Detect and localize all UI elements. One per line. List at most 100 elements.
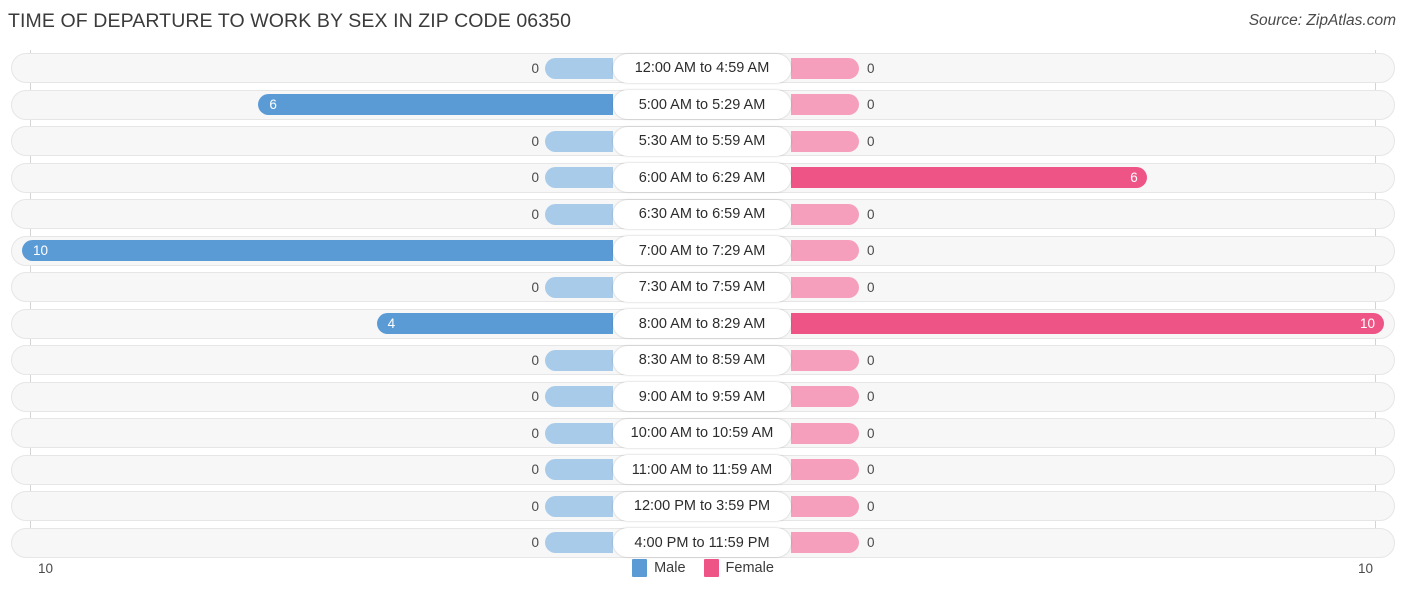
- category-label: 10:00 AM to 10:59 AM: [630, 425, 774, 441]
- legend-item[interactable]: Female: [703, 559, 774, 577]
- chart-legend: Male Female: [0, 559, 1406, 577]
- bar-male[interactable]: [545, 459, 613, 480]
- bar-female[interactable]: [791, 495, 859, 517]
- category-label-pill: 11:00 AM to 11:59 AM: [613, 455, 791, 484]
- bar-value-female: 0: [867, 389, 875, 404]
- bar-female[interactable]: [791, 130, 859, 152]
- chart-footer: 10 10 Male Female: [0, 556, 1406, 595]
- bar-value-male: 0: [531, 352, 539, 368]
- bar-male[interactable]: [545, 386, 613, 407]
- source-attribution: Source: ZipAtlas.com: [1248, 12, 1396, 29]
- bar-male[interactable]: [376, 313, 613, 334]
- bar-female[interactable]: [791, 167, 1147, 188]
- category-label: 7:30 AM to 7:59 AM: [638, 279, 766, 295]
- category-label-pill: 8:00 AM to 8:29 AM: [613, 309, 791, 338]
- category-label: 11:00 AM to 11:59 AM: [631, 461, 773, 478]
- chart-rows: 0 0 12:00 AM to 4:59 AM 6 0 5:00 AM to 5:29 A…: [0, 50, 1406, 561]
- bar-value-female: 0: [867, 352, 875, 368]
- bar-male[interactable]: [545, 495, 613, 517]
- chart-row: 10 0 7:00 AM to 7:29 AM: [0, 233, 1406, 270]
- bar-female[interactable]: [791, 532, 859, 553]
- bar-value-male: 0: [531, 206, 539, 222]
- chart-row: 6 0 5:00 AM to 5:29 AM: [0, 87, 1406, 124]
- bar-male[interactable]: [22, 240, 613, 261]
- bar-value-female: 0: [867, 462, 875, 477]
- chart-page: TIME OF DEPARTURE TO WORK BY SEX IN ZIP …: [0, 0, 1406, 595]
- bar-value-female: 0: [867, 60, 875, 76]
- category-label: 5:00 AM to 5:29 AM: [638, 96, 766, 113]
- category-label-pill: 6:30 AM to 6:59 AM: [613, 199, 791, 229]
- bar-value-male: 6: [269, 97, 277, 112]
- category-label: 7:00 AM to 7:29 AM: [638, 242, 766, 259]
- chart-row: 0 0 10:00 AM to 10:59 AM: [0, 415, 1406, 452]
- bar-female[interactable]: [791, 349, 859, 371]
- bar-value-female: 0: [867, 498, 875, 514]
- bar-male[interactable]: [545, 349, 613, 371]
- category-label-pill: 5:30 AM to 5:59 AM: [613, 126, 791, 156]
- legend-label: Male: [654, 560, 686, 576]
- bar-female[interactable]: [791, 276, 859, 298]
- bar-female[interactable]: [791, 313, 1384, 334]
- bar-female[interactable]: [791, 422, 859, 444]
- chart-row: 0 0 12:00 AM to 4:59 AM: [0, 50, 1406, 87]
- page-title: TIME OF DEPARTURE TO WORK BY SEX IN ZIP …: [8, 10, 572, 32]
- bar-value-female: 0: [867, 206, 875, 222]
- bar-value-female: 6: [1130, 170, 1138, 185]
- chart-row: 4 10 8:00 AM to 8:29 AM: [0, 306, 1406, 343]
- bar-female[interactable]: [791, 203, 859, 225]
- bar-male[interactable]: [545, 532, 613, 553]
- bar-value-female: 0: [867, 279, 875, 295]
- bar-value-male: 0: [531, 170, 539, 185]
- bar-male[interactable]: [545, 422, 613, 444]
- bar-male[interactable]: [545, 167, 613, 188]
- category-label: 4:00 PM to 11:59 PM: [634, 534, 770, 551]
- bar-female[interactable]: [791, 94, 859, 115]
- bar-value-male: 4: [387, 316, 396, 331]
- chart-row: 0 0 8:30 AM to 8:59 AM: [0, 342, 1406, 379]
- category-label: 12:00 PM to 3:59 PM: [633, 498, 771, 514]
- legend-item[interactable]: Male: [632, 559, 686, 577]
- bar-value-male: 0: [531, 535, 539, 550]
- chart-row: 0 0 5:30 AM to 5:59 AM: [0, 123, 1406, 160]
- chart-row: 0 6 6:00 AM to 6:29 AM: [0, 160, 1406, 197]
- category-label: 6:00 AM to 6:29 AM: [638, 169, 766, 186]
- chart-plot-area: 0 0 12:00 AM to 4:59 AM 6 0 5:00 AM to 5:29 A…: [0, 50, 1406, 558]
- bar-value-male: 0: [531, 462, 539, 477]
- chart-header: TIME OF DEPARTURE TO WORK BY SEX IN ZIP …: [0, 0, 1406, 46]
- bar-value-female: 0: [867, 425, 875, 441]
- category-label-pill: 7:30 AM to 7:59 AM: [613, 272, 791, 302]
- category-label-pill: 8:30 AM to 8:59 AM: [613, 345, 791, 375]
- bar-female[interactable]: [791, 459, 859, 480]
- bar-male[interactable]: [545, 57, 613, 79]
- bar-value-female: 0: [867, 243, 875, 258]
- category-label-pill: 12:00 AM to 4:59 AM: [613, 53, 791, 83]
- chart-row: 0 0 11:00 AM to 11:59 AM: [0, 452, 1406, 489]
- bar-male[interactable]: [545, 130, 613, 152]
- bar-female[interactable]: [791, 57, 859, 79]
- bar-female[interactable]: [791, 240, 859, 261]
- bar-value-female: 0: [867, 535, 875, 550]
- legend-swatch-female: [703, 559, 719, 577]
- category-label: 8:00 AM to 8:29 AM: [638, 315, 766, 332]
- chart-row: 0 0 12:00 PM to 3:59 PM: [0, 488, 1406, 525]
- category-label-pill: 6:00 AM to 6:29 AM: [613, 163, 791, 192]
- bar-value-female: 0: [867, 133, 875, 149]
- bar-female[interactable]: [791, 386, 859, 407]
- bar-value-male: 0: [531, 425, 539, 441]
- bar-value-female: 10: [1359, 316, 1375, 331]
- bar-male[interactable]: [258, 94, 613, 115]
- chart-row: 0 0 9:00 AM to 9:59 AM: [0, 379, 1406, 416]
- chart-row: 0 0 6:30 AM to 6:59 AM: [0, 196, 1406, 233]
- chart-row: 0 0 7:30 AM to 7:59 AM: [0, 269, 1406, 306]
- bar-male[interactable]: [545, 276, 613, 298]
- category-label-pill: 9:00 AM to 9:59 AM: [613, 382, 791, 411]
- bar-male[interactable]: [545, 203, 613, 225]
- legend-swatch-male: [632, 559, 648, 577]
- category-label: 9:00 AM to 9:59 AM: [638, 388, 766, 405]
- bar-value-male: 10: [33, 243, 49, 258]
- category-label: 8:30 AM to 8:59 AM: [638, 352, 766, 368]
- category-label: 6:30 AM to 6:59 AM: [638, 206, 766, 222]
- bar-value-female: 0: [867, 97, 875, 112]
- category-label-pill: 12:00 PM to 3:59 PM: [613, 491, 791, 521]
- category-label-pill: 4:00 PM to 11:59 PM: [613, 528, 791, 557]
